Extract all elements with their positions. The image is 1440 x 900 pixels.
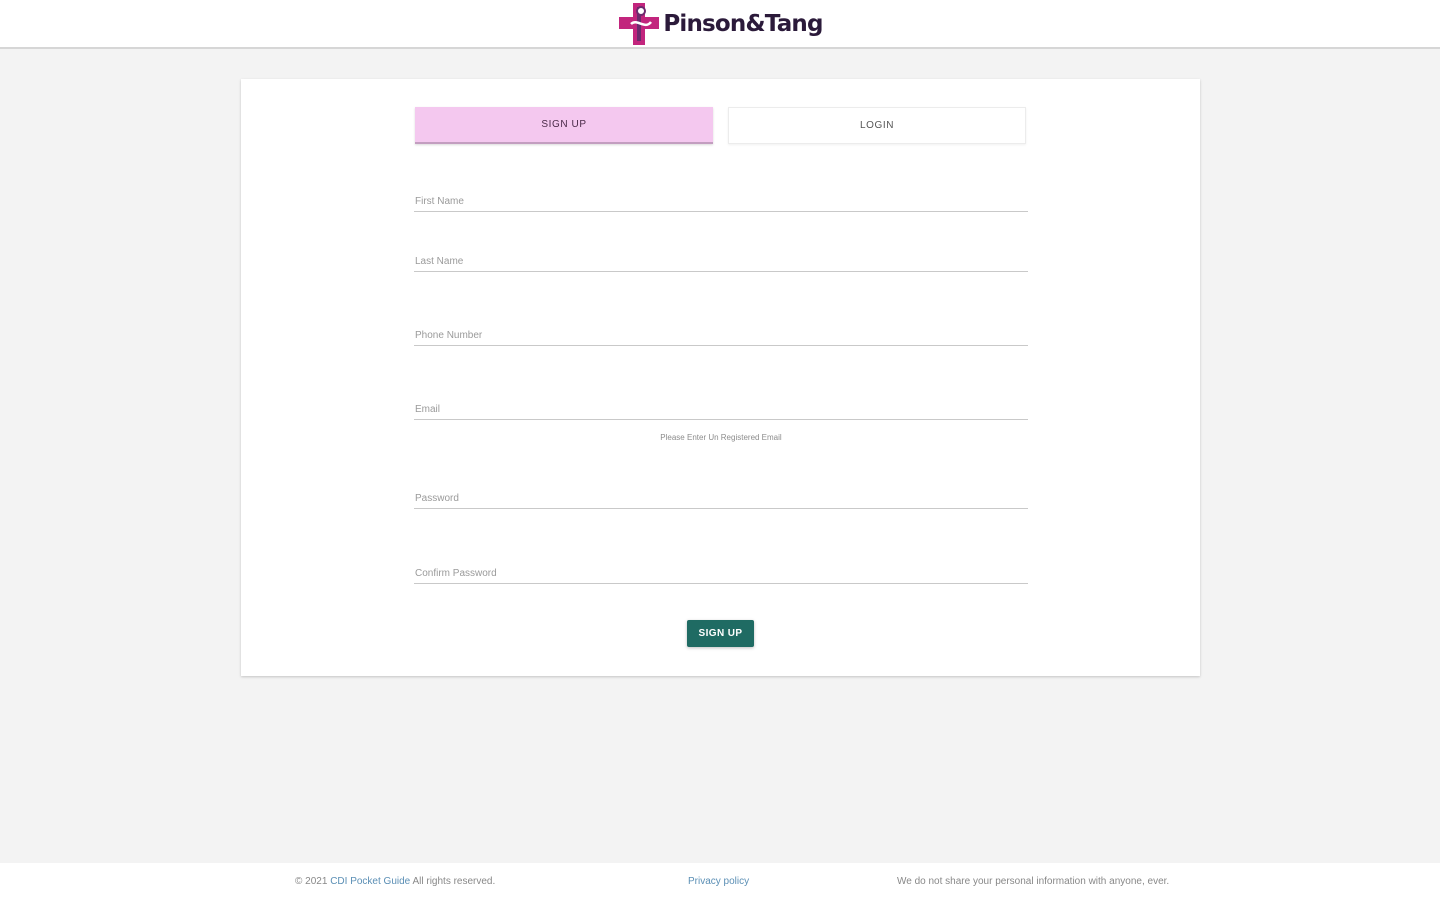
password-field [414, 488, 1028, 509]
email-field [414, 399, 1028, 420]
sign-up-button[interactable]: SIGN UP [687, 620, 754, 647]
privacy-note: We do not share your personal informatio… [897, 876, 1170, 887]
medical-cross-logo-icon [619, 2, 660, 45]
email-input[interactable] [414, 399, 1028, 419]
brand-name: Pinson&Tang [663, 10, 823, 37]
copyright-year: © 2021 [295, 876, 328, 887]
copyright-text: © 2021 CDI Pocket Guide All rights reser… [295, 876, 495, 887]
top-header: Pinson&Tang [0, 0, 1440, 49]
password-input[interactable] [414, 488, 1028, 508]
email-hint: Please Enter Un Registered Email [660, 433, 782, 442]
last-name-field [414, 251, 1028, 272]
phone-field [414, 325, 1028, 346]
tab-sign-up[interactable]: SIGN UP [415, 107, 713, 144]
signup-card: SIGN UP LOGIN Please Enter Un Registered… [241, 79, 1200, 676]
first-name-field [414, 191, 1028, 212]
phone-number-input[interactable] [414, 325, 1028, 345]
privacy-policy-link[interactable]: Privacy policy [688, 876, 749, 887]
tab-login[interactable]: LOGIN [728, 107, 1026, 144]
confirm-password-field [414, 563, 1028, 584]
copyright-rights: All rights reserved. [412, 876, 496, 887]
first-name-input[interactable] [414, 191, 1028, 211]
brand-logo[interactable]: Pinson&Tang [617, 2, 823, 46]
page-footer: © 2021 CDI Pocket Guide All rights reser… [0, 863, 1440, 900]
last-name-input[interactable] [414, 251, 1028, 271]
cdi-pocket-guide-link[interactable]: CDI Pocket Guide [330, 876, 410, 887]
confirm-password-input[interactable] [414, 563, 1028, 583]
